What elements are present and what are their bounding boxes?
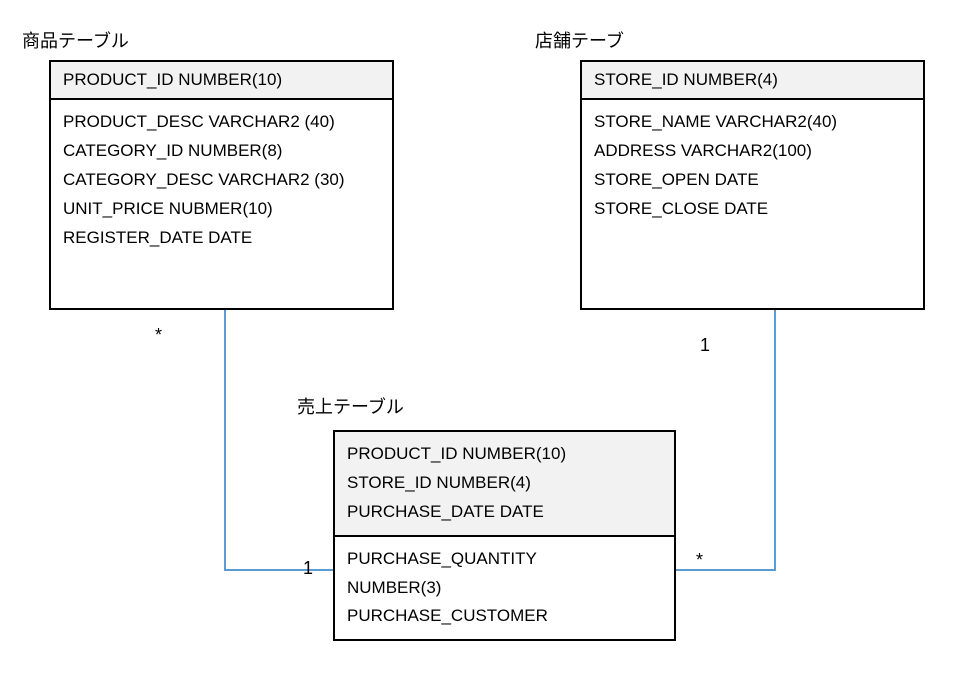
sales-col1: PURCHASE_QUANTITY xyxy=(347,545,662,574)
sales-key1: PRODUCT_ID NUMBER(10) xyxy=(347,440,662,469)
product-col3: CATEGORY_DESC VARCHAR2 (30) xyxy=(63,166,380,195)
product-table: PRODUCT_ID NUMBER(10) PRODUCT_DESC VARCH… xyxy=(49,60,394,310)
product-col2: CATEGORY_ID NUMBER(8) xyxy=(63,137,380,166)
store-table-key: STORE_ID NUMBER(4) xyxy=(582,62,923,100)
sales-table: PRODUCT_ID NUMBER(10) STORE_ID NUMBER(4)… xyxy=(333,430,676,641)
store-table: STORE_ID NUMBER(4) STORE_NAME VARCHAR2(4… xyxy=(580,60,925,310)
sales-key2: STORE_ID NUMBER(4) xyxy=(347,469,662,498)
product-col1: PRODUCT_DESC VARCHAR2 (40) xyxy=(63,108,380,137)
cardinality-sales-right: * xyxy=(696,550,703,571)
sales-table-title: 売上テーブル xyxy=(297,393,404,419)
product-table-title: 商品テーブル xyxy=(22,27,129,53)
store-table-body: STORE_NAME VARCHAR2(40) ADDRESS VARCHAR2… xyxy=(582,100,923,232)
store-col4: STORE_CLOSE DATE xyxy=(594,195,911,224)
product-table-body: PRODUCT_DESC VARCHAR2 (40) CATEGORY_ID N… xyxy=(51,100,392,260)
sales-key3: PURCHASE_DATE DATE xyxy=(347,498,662,527)
sales-col2: NUMBER(3) xyxy=(347,574,662,603)
sales-col3: PURCHASE_CUSTOMER xyxy=(347,602,662,631)
store-col1: STORE_NAME VARCHAR2(40) xyxy=(594,108,911,137)
product-col5: REGISTER_DATE DATE xyxy=(63,224,380,253)
product-table-key: PRODUCT_ID NUMBER(10) xyxy=(51,62,392,100)
store-table-title: 店舗テーブ xyxy=(535,27,624,53)
cardinality-sales-left: 1 xyxy=(303,558,313,579)
product-col4: UNIT_PRICE NUBMER(10) xyxy=(63,195,380,224)
cardinality-product: * xyxy=(155,325,162,346)
cardinality-store: 1 xyxy=(700,335,710,356)
sales-table-body: PURCHASE_QUANTITY NUMBER(3) PURCHASE_CUS… xyxy=(335,537,674,640)
store-col2: ADDRESS VARCHAR2(100) xyxy=(594,137,911,166)
sales-table-keys: PRODUCT_ID NUMBER(10) STORE_ID NUMBER(4)… xyxy=(335,432,674,537)
store-col3: STORE_OPEN DATE xyxy=(594,166,911,195)
